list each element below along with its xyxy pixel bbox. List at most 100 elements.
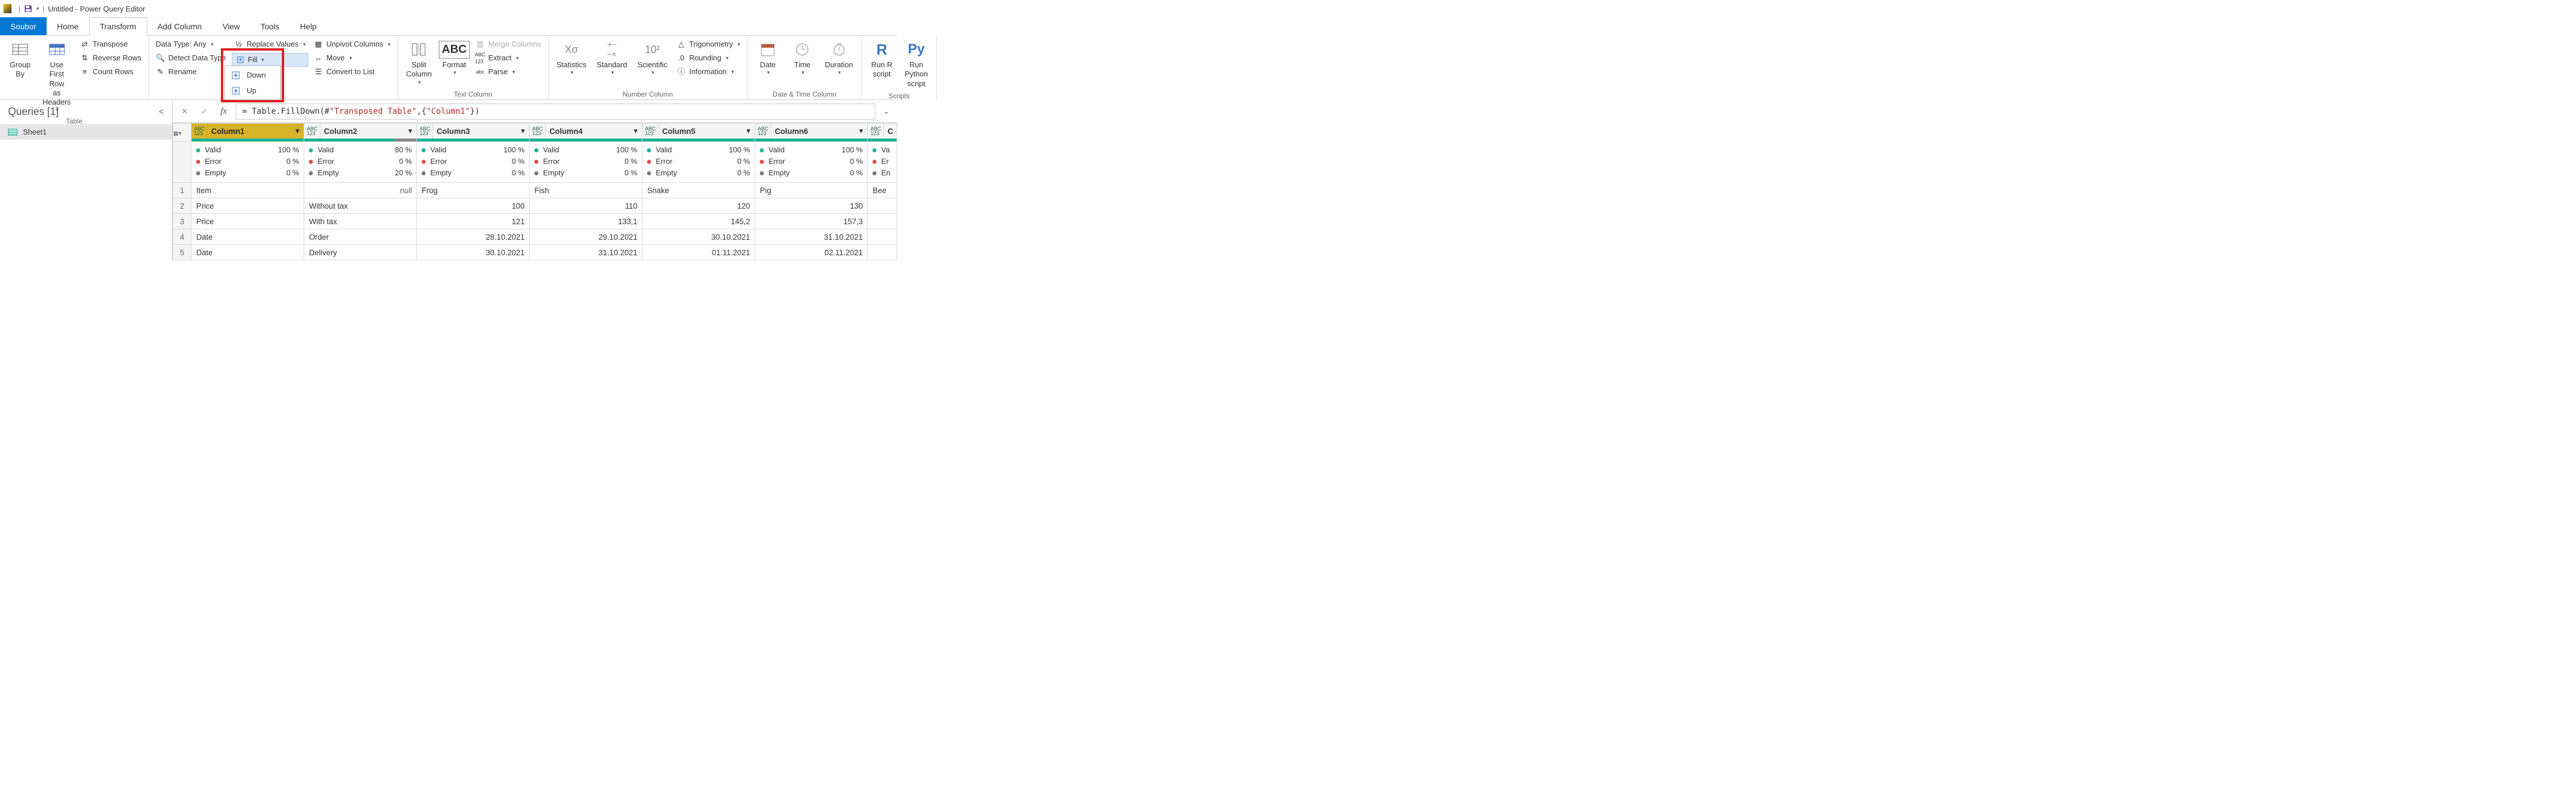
convert-to-list-button[interactable]: ☰Convert to List	[312, 66, 393, 78]
cell[interactable]: Date	[192, 245, 304, 260]
rename-button[interactable]: ✎Rename	[154, 66, 228, 78]
group-by-button[interactable]: Group By	[5, 38, 36, 82]
reverse-rows-button[interactable]: ⇅Reverse Rows	[78, 52, 144, 64]
data-type-icon[interactable]: ABC123	[192, 124, 208, 139]
cell[interactable]: Bee	[868, 183, 897, 198]
row-number[interactable]: 4	[173, 229, 192, 245]
parse-button[interactable]: abcParse▾	[473, 66, 543, 78]
cell[interactable]: Delivery	[304, 245, 417, 260]
cell[interactable]: Fish	[530, 183, 642, 198]
cell[interactable]: Without tax	[304, 198, 417, 214]
formula-expand-icon[interactable]: ⌄	[880, 107, 893, 116]
filter-icon[interactable]: ▾	[855, 126, 867, 136]
detect-data-type-button[interactable]: 🔍Detect Data Type	[154, 52, 228, 64]
data-grid[interactable]: ▦▾ ABC123 Column1 ▾ ABC123 Column2 ▾ ABC…	[173, 123, 897, 260]
cell[interactable]: 110	[530, 198, 642, 214]
cell[interactable]: Pig	[755, 183, 868, 198]
row-number[interactable]: 5	[173, 245, 192, 260]
cell[interactable]	[868, 245, 897, 260]
move-button[interactable]: ↔Move▾	[312, 52, 393, 64]
cell[interactable]: With tax	[304, 214, 417, 229]
data-type-icon[interactable]: ABC123	[755, 124, 771, 139]
qat-dropdown-icon[interactable]: ▾	[36, 6, 39, 12]
transpose-button[interactable]: ⇄Transpose	[78, 38, 144, 51]
replace-values-button[interactable]: ½Replace Values▾	[232, 38, 308, 51]
trigonometry-button[interactable]: △Trigonometry▾	[674, 38, 742, 51]
time-button[interactable]: Time▾	[787, 38, 818, 79]
fill-button[interactable]: Fill▾	[232, 53, 308, 67]
information-button[interactable]: ⓘInformation▾	[674, 66, 742, 78]
cell[interactable]: 145,2	[642, 214, 755, 229]
statistics-button[interactable]: ΧσStatistics▾	[553, 38, 590, 79]
standard-button[interactable]: +−÷×Standard▾	[594, 38, 631, 79]
fill-up-item[interactable]: Up	[226, 83, 279, 98]
duration-button[interactable]: Duration▾	[821, 38, 856, 79]
run-r-button[interactable]: RRun R script	[866, 38, 897, 82]
query-item-sheet1[interactable]: Sheet1	[0, 124, 172, 140]
tab-file[interactable]: Soubor	[0, 17, 47, 35]
data-type-icon[interactable]: ABC123	[868, 124, 884, 139]
data-type-icon[interactable]: ABC123	[304, 124, 320, 139]
cell[interactable]: Price	[192, 198, 304, 214]
format-button[interactable]: ABC Format▾	[439, 38, 470, 79]
scientific-button[interactable]: 10²Scientific▾	[634, 38, 671, 79]
filter-icon[interactable]: ▾	[629, 126, 642, 136]
row-number[interactable]: 1	[173, 183, 192, 198]
cell[interactable]: 31.10.2021	[755, 229, 868, 245]
tab-transform[interactable]: Transform	[89, 17, 147, 36]
cell[interactable]: 133,1	[530, 214, 642, 229]
use-first-row-button[interactable]: Use First Row as Headers▾	[39, 38, 74, 116]
data-type-button[interactable]: Data Type: Any▾	[154, 38, 228, 51]
formula-input[interactable]: = Table.FillDown(#"Transposed Table",{"C…	[236, 103, 875, 120]
column-header-3[interactable]: ABC123 Column3 ▾	[417, 124, 530, 142]
row-number[interactable]: 3	[173, 214, 192, 229]
data-type-icon[interactable]: ABC123	[642, 124, 659, 139]
unpivot-button[interactable]: ▦Unpivot Columns▾	[312, 38, 393, 51]
fx-icon[interactable]: fx	[216, 104, 231, 119]
date-button[interactable]: Date▾	[752, 38, 783, 79]
column-header-5[interactable]: ABC123 Column5 ▾	[642, 124, 755, 142]
cell[interactable]	[868, 214, 897, 229]
split-column-button[interactable]: Split Column▾	[403, 38, 435, 88]
cell[interactable]: Order	[304, 229, 417, 245]
cell[interactable]: null	[304, 183, 417, 198]
cell[interactable]: 120	[642, 198, 755, 214]
column-header-1[interactable]: ABC123 Column1 ▾	[192, 124, 304, 142]
row-number[interactable]: 2	[173, 198, 192, 214]
tab-home[interactable]: Home	[47, 17, 89, 35]
cell[interactable]: Item	[192, 183, 304, 198]
cell[interactable]: 02.11.2021	[755, 245, 868, 260]
cell[interactable]: Date	[192, 229, 304, 245]
cell[interactable]: 157,3	[755, 214, 868, 229]
cell[interactable]: Snake	[642, 183, 755, 198]
cell[interactable]: Frog	[417, 183, 530, 198]
formula-accept-button[interactable]: ✓	[197, 104, 212, 119]
data-type-icon[interactable]: ABC123	[417, 124, 433, 139]
column-header-6[interactable]: ABC123 Column6 ▾	[755, 124, 868, 142]
cell[interactable]: 30.10.2021	[417, 245, 530, 260]
cell[interactable]: 100	[417, 198, 530, 214]
count-rows-button[interactable]: ≡Count Rows	[78, 66, 144, 78]
rounding-button[interactable]: .0Rounding▾	[674, 52, 742, 64]
filter-icon[interactable]: ▾	[291, 126, 304, 136]
cell[interactable]: 28.10.2021	[417, 229, 530, 245]
cell[interactable]: 121	[417, 214, 530, 229]
cell[interactable]: 01.11.2021	[642, 245, 755, 260]
fill-down-item[interactable]: Down	[226, 67, 279, 83]
tab-add-column[interactable]: Add Column	[147, 17, 212, 35]
run-python-button[interactable]: PyRun Python script	[901, 38, 932, 91]
tab-tools[interactable]: Tools	[250, 17, 290, 35]
cell[interactable]: 30.10.2021	[642, 229, 755, 245]
table-corner[interactable]: ▦▾	[173, 124, 192, 142]
tab-help[interactable]: Help	[290, 17, 327, 35]
save-icon[interactable]	[24, 4, 33, 13]
cell[interactable]	[868, 229, 897, 245]
filter-icon[interactable]: ▾	[404, 126, 416, 136]
filter-icon[interactable]: ▾	[516, 126, 529, 136]
cell[interactable]: 29.10.2021	[530, 229, 642, 245]
cell[interactable]: Price	[192, 214, 304, 229]
tab-view[interactable]: View	[212, 17, 250, 35]
formula-cancel-button[interactable]: ✕	[177, 104, 192, 119]
data-type-icon[interactable]: ABC123	[530, 124, 546, 139]
column-header-2[interactable]: ABC123 Column2 ▾	[304, 124, 417, 142]
